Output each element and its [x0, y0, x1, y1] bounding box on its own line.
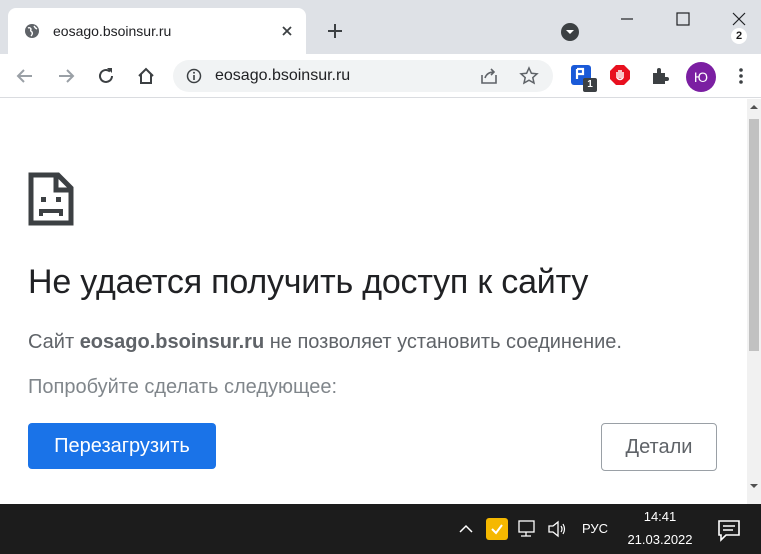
error-desc-prefix: Сайт — [28, 331, 80, 353]
clock-time[interactable]: 14:41 — [620, 509, 700, 524]
extensions-puzzle-icon[interactable] — [649, 65, 671, 87]
scroll-down-arrow-icon[interactable] — [750, 482, 758, 490]
error-desc-suffix: не позволяет установить соединение. — [264, 331, 622, 353]
forward-arrow-icon[interactable] — [55, 65, 77, 87]
notification-count-badge: 2 — [731, 28, 747, 44]
info-icon[interactable] — [186, 68, 202, 84]
windows-taskbar: РУС 14:41 21.03.2022 — [0, 504, 761, 554]
error-description: Сайт eosago.bsoinsur.ru не позволяет уст… — [28, 331, 622, 354]
tray-app-icon[interactable] — [486, 518, 508, 540]
tab-active[interactable]: eosago.bsoinsur.ru — [8, 8, 306, 54]
adblock-extension-icon[interactable] — [609, 64, 631, 86]
reload-button[interactable]: Перезагрузить — [28, 423, 216, 469]
address-bar[interactable]: eosago.bsoinsur.ru — [173, 60, 553, 92]
bookmark-star-icon[interactable] — [519, 66, 539, 86]
browser-toolbar: eosago.bsoinsur.ru — [0, 54, 761, 98]
close-icon[interactable] — [280, 24, 294, 38]
tab-strip: eosago.bsoinsur.ru — [0, 0, 761, 54]
new-tab-plus-icon[interactable] — [326, 22, 344, 40]
checkmark-icon — [491, 524, 503, 535]
url-text[interactable]: eosago.bsoinsur.ru — [215, 67, 350, 85]
globe-icon — [25, 24, 39, 38]
tab-search-chevron-down-icon[interactable] — [560, 22, 580, 42]
scroll-up-arrow-icon[interactable] — [750, 103, 758, 111]
error-host: eosago.bsoinsur.ru — [79, 331, 265, 353]
home-icon[interactable] — [135, 65, 157, 87]
maximize-icon[interactable] — [674, 10, 692, 28]
share-icon[interactable] — [479, 66, 499, 86]
back-arrow-icon[interactable] — [14, 65, 36, 87]
scrollbar-thumb[interactable] — [749, 119, 759, 351]
error-title: Не удается получить доступ к сайту — [28, 263, 589, 301]
reload-icon[interactable] — [95, 65, 117, 87]
notifications-icon[interactable] — [716, 517, 744, 545]
details-button[interactable]: Детали — [601, 423, 717, 471]
profile-avatar[interactable]: Ю — [686, 62, 716, 92]
extension-count-badge: 1 — [583, 78, 597, 92]
more-menu-icon[interactable] — [730, 65, 752, 87]
vertical-scrollbar[interactable] — [747, 99, 761, 504]
suggestions-heading: Попробуйте сделать следующее: — [28, 376, 338, 398]
network-icon[interactable] — [516, 519, 538, 539]
keyboard-language[interactable]: РУС — [582, 521, 608, 536]
minimize-icon[interactable] — [618, 10, 636, 28]
error-page: Не удается получить доступ к сайту Сайт … — [0, 99, 747, 504]
chevron-up-icon[interactable] — [458, 521, 474, 537]
volume-icon[interactable] — [546, 519, 568, 539]
clock-date[interactable]: 21.03.2022 — [620, 532, 700, 547]
window-close-icon[interactable] — [730, 10, 748, 28]
tab-title: eosago.bsoinsur.ru — [53, 23, 172, 39]
sad-page-icon — [28, 172, 74, 226]
